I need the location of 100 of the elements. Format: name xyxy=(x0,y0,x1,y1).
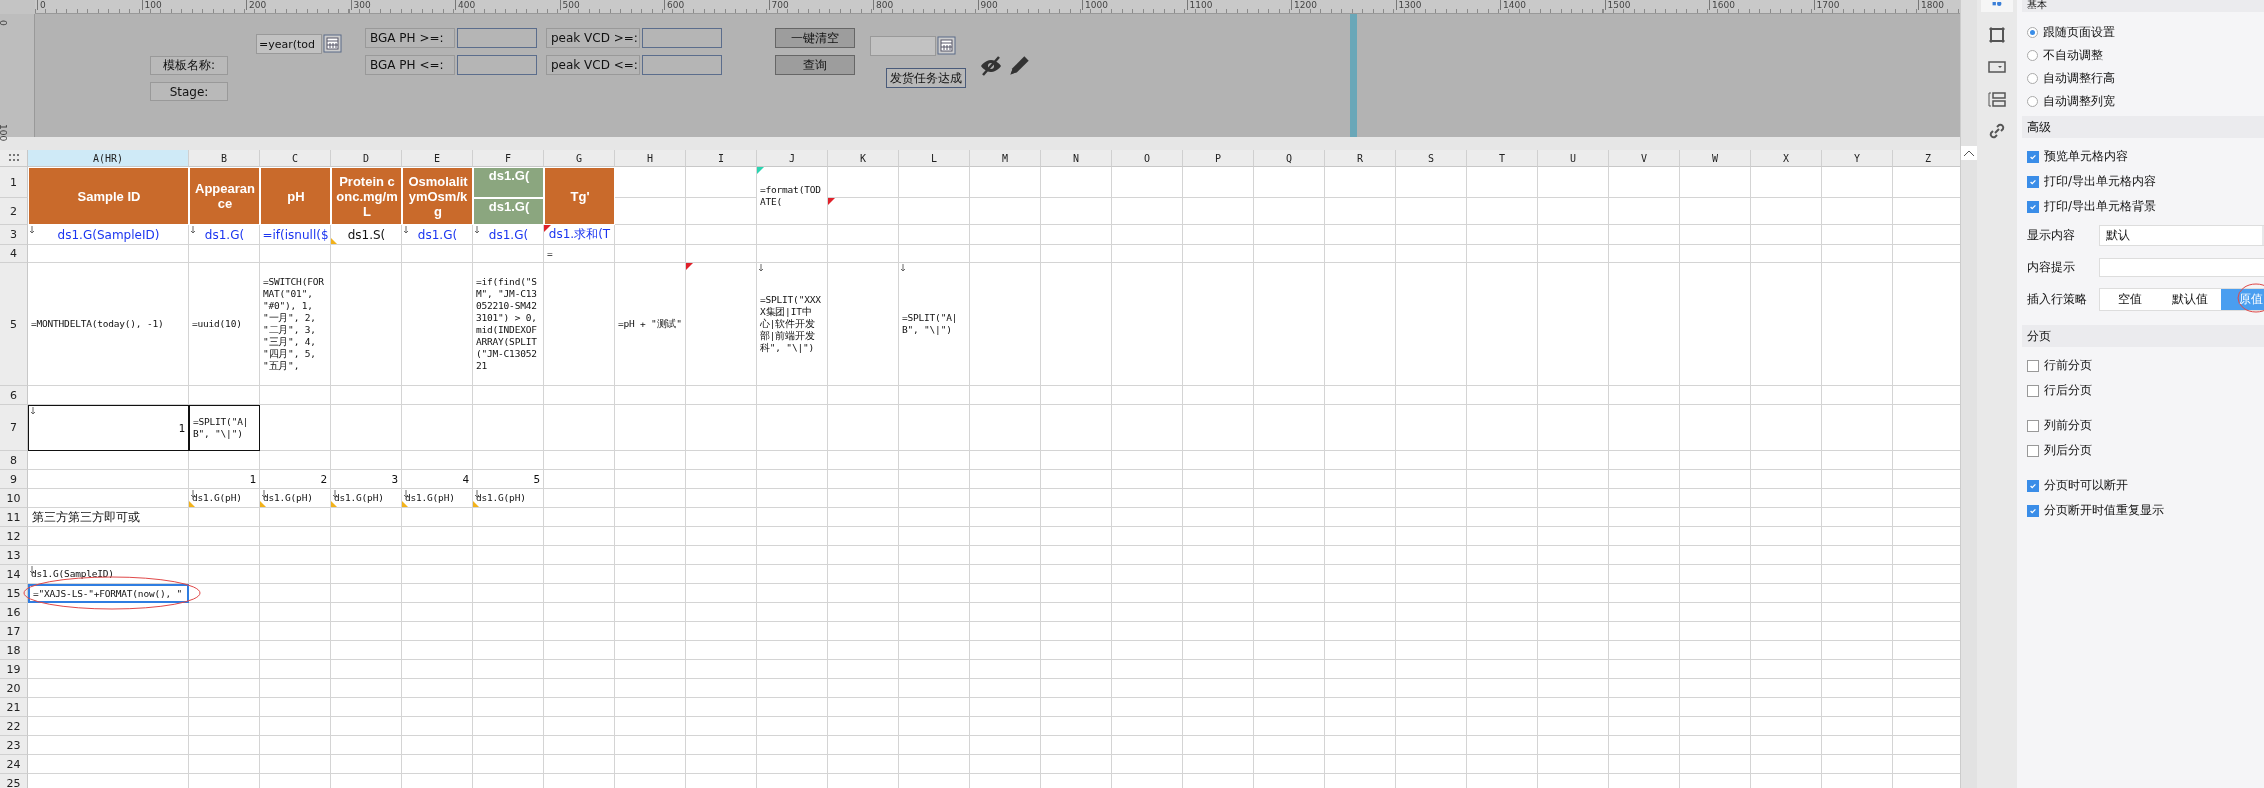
column-header[interactable]: Q xyxy=(1254,150,1325,167)
input-field[interactable] xyxy=(2099,257,2264,277)
column-header[interactable]: E xyxy=(402,150,473,167)
row-header[interactable]: 24 xyxy=(0,755,28,774)
table-cell[interactable]: Protein conc.mg/mL xyxy=(331,167,402,225)
row-header[interactable]: 1 xyxy=(0,167,28,198)
row-header[interactable]: 20 xyxy=(0,679,28,698)
select-field[interactable]: 默认 xyxy=(2099,224,2264,246)
row-header[interactable]: 23 xyxy=(0,736,28,755)
row-header[interactable]: 22 xyxy=(0,717,28,736)
checkbox[interactable] xyxy=(2027,150,2039,163)
select-all-corner[interactable] xyxy=(0,150,28,167)
row-header[interactable]: 25 xyxy=(0,774,28,788)
column-header[interactable]: J xyxy=(757,150,828,167)
column-header[interactable]: D xyxy=(331,150,402,167)
date-field[interactable]: =year(tod xyxy=(256,34,322,54)
form-button[interactable]: 查询 xyxy=(775,55,855,75)
row-header[interactable]: 18 xyxy=(0,641,28,660)
link-icon[interactable] xyxy=(1988,122,2006,140)
column-header[interactable]: N xyxy=(1041,150,1112,167)
radio-button[interactable] xyxy=(2027,27,2038,38)
column-header[interactable]: F xyxy=(473,150,544,167)
section-header[interactable]: 高级 xyxy=(2022,116,2264,138)
table-cell[interactable]: 1 xyxy=(28,405,189,451)
row-header[interactable]: 4 xyxy=(0,245,28,263)
table-cell[interactable]: OsmolalitymOsm/kg xyxy=(402,167,473,225)
row-header[interactable]: 7 xyxy=(0,405,28,451)
row-header[interactable]: 14 xyxy=(0,565,28,584)
form-button[interactable]: 一键清空 xyxy=(775,28,855,48)
column-header[interactable]: R xyxy=(1325,150,1396,167)
checkbox[interactable] xyxy=(2027,175,2039,188)
column-header[interactable]: H xyxy=(615,150,686,167)
vertical-scrollbar[interactable] xyxy=(1960,0,1977,788)
field-label: 显示内容 xyxy=(2027,226,2076,244)
column-header[interactable]: T xyxy=(1467,150,1538,167)
scroll-up-icon[interactable] xyxy=(1961,146,1977,160)
checkbox[interactable] xyxy=(2027,419,2039,432)
row-header[interactable]: 17 xyxy=(0,622,28,641)
column-header[interactable]: Y xyxy=(1822,150,1893,167)
row-header[interactable]: 2 xyxy=(0,198,28,225)
column-header[interactable]: M xyxy=(970,150,1041,167)
row-header[interactable]: 12 xyxy=(0,527,28,546)
column-header[interactable]: Z xyxy=(1893,150,1960,167)
table-cell[interactable]: ="XAJS-LS-"+FORMAT(now(), " xyxy=(28,584,189,603)
table-cell[interactable]: =SPLIT("A|B", "\|") xyxy=(189,405,260,451)
column-header[interactable]: S xyxy=(1396,150,1467,167)
row-header[interactable]: 13 xyxy=(0,546,28,565)
calendar-icon[interactable] xyxy=(323,34,342,53)
section-header[interactable]: 分页 xyxy=(2022,325,2264,347)
column-header[interactable]: P xyxy=(1183,150,1254,167)
filter-input[interactable] xyxy=(457,28,537,48)
column-header[interactable]: I xyxy=(686,150,757,167)
checkbox[interactable] xyxy=(2027,479,2039,492)
radio-button[interactable] xyxy=(2027,50,2038,61)
column-header[interactable]: C xyxy=(260,150,331,167)
calendar-icon[interactable] xyxy=(937,36,956,55)
section-header[interactable]: 基本 xyxy=(2022,0,2264,12)
checkbox[interactable] xyxy=(2027,384,2039,397)
column-header[interactable]: U xyxy=(1538,150,1609,167)
row-header[interactable]: 11 xyxy=(0,508,28,527)
ruler-label: 1700 xyxy=(1813,0,1840,10)
table-cell[interactable]: Sample ID xyxy=(28,167,189,225)
radio-button[interactable] xyxy=(2027,73,2038,84)
row-header[interactable]: 10 xyxy=(0,489,28,508)
column-header[interactable]: W xyxy=(1680,150,1751,167)
checkbox[interactable] xyxy=(2027,504,2039,517)
checkbox[interactable] xyxy=(2027,200,2039,213)
filter-input[interactable] xyxy=(457,55,537,75)
checkbox[interactable] xyxy=(2027,444,2039,457)
row-header[interactable]: 3 xyxy=(0,225,28,245)
column-header[interactable]: B xyxy=(189,150,260,167)
filter-input[interactable] xyxy=(642,55,722,75)
border-icon[interactable] xyxy=(1988,26,2006,44)
eye-slash-icon[interactable] xyxy=(979,54,1003,78)
row-header[interactable]: 8 xyxy=(0,451,28,470)
row-header[interactable]: 9 xyxy=(0,470,28,489)
column-header[interactable]: K xyxy=(828,150,899,167)
table-cell[interactable]: Tg' xyxy=(544,167,615,225)
ruler-label: 1400 xyxy=(1500,0,1526,10)
row-header[interactable]: 16 xyxy=(0,603,28,622)
dropdown-box-icon[interactable] xyxy=(1988,58,2006,76)
column-header[interactable]: L xyxy=(899,150,970,167)
column-header[interactable]: X xyxy=(1751,150,1822,167)
table-cell[interactable]: Appearance xyxy=(189,167,260,225)
checkbox[interactable] xyxy=(2027,359,2039,372)
filter-label: BGA PH <=: xyxy=(365,55,455,75)
filter-input[interactable] xyxy=(642,28,722,48)
row-header[interactable]: 21 xyxy=(0,698,28,717)
row-header[interactable]: 5 xyxy=(0,263,28,386)
widget-icon[interactable] xyxy=(1988,90,2006,108)
column-header[interactable]: A(HR) xyxy=(28,150,189,167)
row-header[interactable]: 15 xyxy=(0,584,28,603)
column-header[interactable]: G xyxy=(544,150,615,167)
column-header[interactable]: V xyxy=(1609,150,1680,167)
row-header[interactable]: 19 xyxy=(0,660,28,679)
row-header[interactable]: 6 xyxy=(0,386,28,405)
table-cell[interactable]: pH xyxy=(260,167,331,225)
column-header[interactable]: O xyxy=(1112,150,1183,167)
date-field[interactable] xyxy=(870,36,936,56)
radio-button[interactable] xyxy=(2027,96,2038,107)
